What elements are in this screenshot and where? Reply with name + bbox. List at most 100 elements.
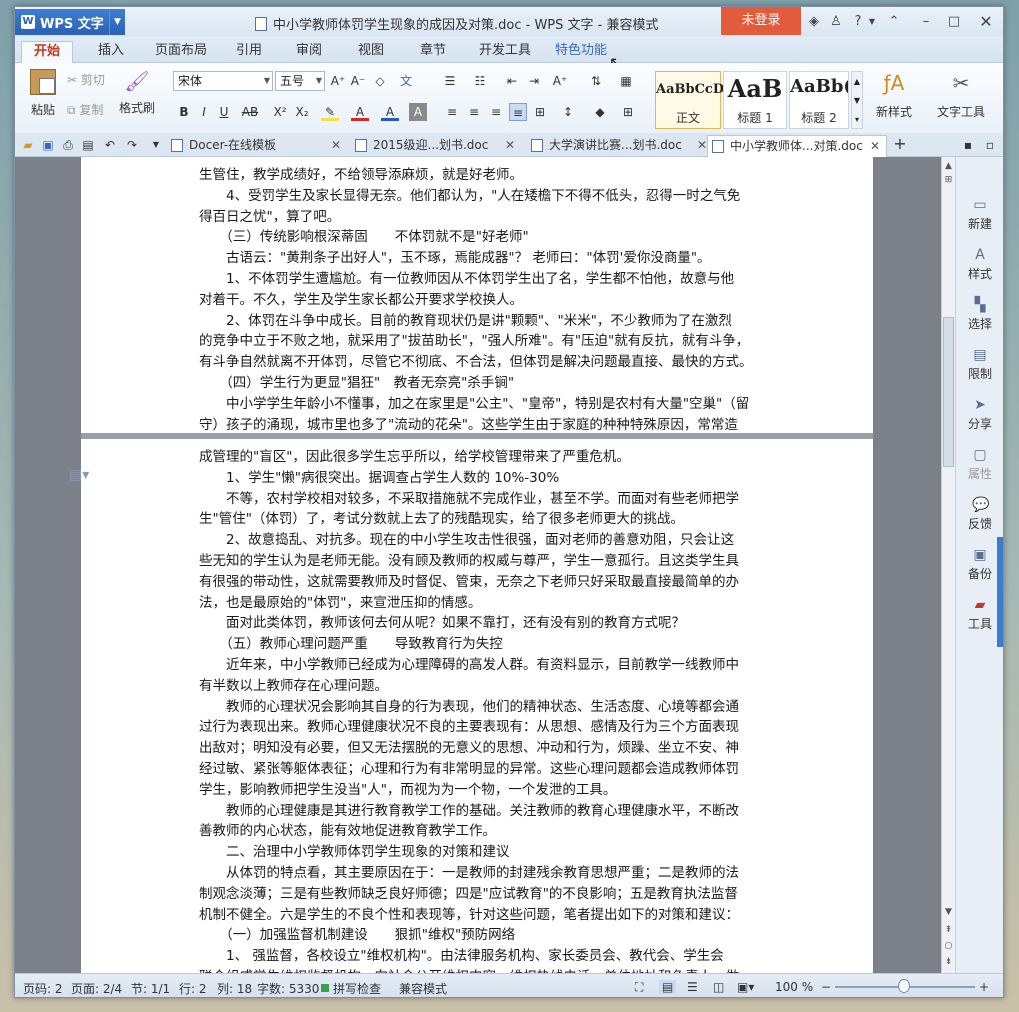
- print-preview-icon[interactable]: ▤: [79, 136, 97, 154]
- numbered-list-icon[interactable]: ☷: [471, 72, 489, 90]
- close-tab-icon[interactable]: ✕: [505, 135, 515, 155]
- align-justify-icon[interactable]: ≡: [509, 103, 527, 121]
- document-line[interactable]: 教师的心理健康是其进行教育教学工作的基础。关注教师的教育心理健康水平，不断改: [199, 801, 755, 822]
- save-icon[interactable]: ▣: [39, 136, 57, 154]
- close-tab-icon[interactable]: ✕: [331, 135, 341, 155]
- styles-scroll[interactable]: ▲ ▼ ▾: [851, 71, 863, 129]
- zoom-out-icon[interactable]: −: [821, 980, 831, 994]
- status-col[interactable]: 列: 18: [217, 980, 252, 997]
- shading-icon[interactable]: ◆: [591, 103, 609, 121]
- copy-button[interactable]: ⧉ 复制: [67, 101, 103, 118]
- skin-icon[interactable]: ◈: [805, 13, 823, 31]
- chevron-down-icon[interactable]: ▼: [109, 9, 125, 35]
- undo-icon[interactable]: ↶: [101, 136, 119, 154]
- document-area[interactable]: ▤▾ 生管住，教学成绩好，不给领导添麻烦，就是好老师。 4、受罚学生及家长显得无…: [15, 157, 941, 973]
- close-tab-icon[interactable]: ✕: [870, 136, 880, 156]
- char-shading-icon[interactable]: A: [409, 103, 427, 121]
- document-line[interactable]: 有半数以上教师存在心理问题。: [199, 676, 755, 697]
- font-name-select[interactable]: 宋体 ▼: [173, 71, 273, 91]
- doc-tab-docer[interactable]: Docer-在线模板 ✕: [167, 135, 347, 157]
- scroll-thumb[interactable]: [943, 317, 954, 467]
- reading-view-icon[interactable]: ▣▾: [737, 980, 754, 994]
- close-icon[interactable]: ✕: [977, 13, 995, 31]
- document-line[interactable]: （三）传统影响根深蒂固 不体罚就不是"好老师": [199, 227, 755, 248]
- doc-tab-2015[interactable]: 2015级迎...划书.doc ✕: [351, 135, 521, 157]
- phonetic-icon[interactable]: 文: [397, 72, 415, 90]
- status-spell-check[interactable]: 拼写检查: [333, 980, 381, 997]
- decrease-indent-icon[interactable]: ⇤: [503, 72, 521, 90]
- font-color-icon[interactable]: A: [351, 103, 369, 121]
- document-line[interactable]: 出敌对；明知没有必要，但又无法摆脱的无意义的思想、冲动和行为，烦躁、坐立不安、神: [199, 738, 755, 759]
- wps-app-menu-button[interactable]: W WPS 文字 ▼: [15, 9, 125, 35]
- side-styles[interactable]: A 样式: [956, 247, 1003, 282]
- style-normal[interactable]: AaBbCcD 正文: [655, 71, 724, 129]
- bold-icon[interactable]: B: [175, 103, 193, 121]
- document-line[interactable]: 过行为表现出来。教师心理健康状况不良的主要表现有：从思想、感情及行为三个方面表现: [199, 717, 755, 738]
- document-line[interactable]: 善教师的内心状态，能有效地促进教育教学工作。: [199, 821, 755, 842]
- zoom-in-icon[interactable]: +: [979, 980, 989, 994]
- tab-list-icon[interactable]: ▪: [959, 136, 977, 154]
- document-line[interactable]: 古语云："黄荆条子出好人"，玉不琢，焉能成器"？ 老师曰："体罚'爱你没商量"。: [199, 248, 755, 269]
- italic-icon[interactable]: I: [195, 103, 213, 121]
- minimize-icon[interactable]: –: [917, 13, 935, 31]
- scroll-up-icon[interactable]: ▲: [942, 159, 955, 173]
- maximize-icon[interactable]: □: [945, 13, 963, 31]
- full-screen-view-icon[interactable]: ⛶: [635, 980, 643, 995]
- highlight-icon[interactable]: ✎: [321, 103, 339, 121]
- document-line[interactable]: 生"管住"（体罚）了，考试分数就上去了的残酷现实，给了很多老师更大的挑战。: [199, 509, 755, 530]
- document-line[interactable]: 中小学学生年龄小不懂事，加之在家里是"公主"、"皇帝"，特别是农村有大量"空巢"…: [199, 394, 755, 415]
- side-properties[interactable]: ▢ 属性: [956, 447, 1003, 482]
- status-page[interactable]: 页面: 2/4: [71, 980, 122, 997]
- browse-object-icon[interactable]: ○: [942, 939, 955, 953]
- prev-page-icon[interactable]: ⇞: [942, 923, 955, 937]
- doc-tab-current[interactable]: 中小学教师体...对策.doc ✕: [707, 135, 887, 157]
- status-section[interactable]: 节: 1/1: [131, 980, 170, 997]
- open-folder-icon[interactable]: ▰: [19, 136, 37, 154]
- next-page-icon[interactable]: ⇟: [942, 955, 955, 969]
- tab-page-layout[interactable]: 页面布局: [149, 41, 213, 63]
- document-line[interactable]: 生管住，教学成绩好，不给领导添麻烦，就是好老师。: [199, 165, 755, 186]
- sort-icon[interactable]: ⇅: [587, 72, 605, 90]
- new-style-button[interactable]: ƒA 新样式: [865, 71, 923, 120]
- text-effect-icon[interactable]: A: [381, 103, 399, 121]
- close-tab-icon[interactable]: ✕: [697, 135, 707, 155]
- document-line[interactable]: 面对此类体罚，教师该何去何从呢？如果不靠打，还有没有别的教育方式呢？: [199, 613, 755, 634]
- doc-tab-speech[interactable]: 大学演讲比赛...划书.doc ✕: [527, 135, 713, 157]
- tab-home[interactable]: 开始: [21, 41, 73, 63]
- subscript-icon[interactable]: X₂: [293, 103, 311, 121]
- text-tools-button[interactable]: ✂ 文字工具: [929, 71, 993, 120]
- outline-view-icon[interactable]: ☰: [687, 980, 698, 994]
- format-painter-button[interactable]: 🖌 格式刷: [117, 69, 157, 116]
- document-line[interactable]: 4、受罚学生及家长显得无奈。他们都认为，"人在矮檐下不得不低头，忍得一时之气免: [199, 186, 755, 207]
- align-right-icon[interactable]: ≡: [487, 103, 505, 121]
- page-view-icon[interactable]: ▤: [659, 980, 677, 994]
- document-line[interactable]: 成管理的"盲区"，因此很多学生忘乎所以，给学校管理带来了严重危机。: [199, 447, 755, 468]
- clear-format-icon[interactable]: ◇: [371, 72, 389, 90]
- vertical-scrollbar[interactable]: ▲ ⊞ ▼ ⇞ ○ ⇟: [941, 157, 955, 973]
- document-line[interactable]: 2、体罚在斗争中成长。目前的教育现状仍是讲"颗颗"、"米米"，不少教师为了在激烈: [199, 311, 755, 332]
- style-heading-1[interactable]: AaB 标题 1: [723, 71, 787, 129]
- quick-access-dropdown-icon[interactable]: ▼: [147, 136, 165, 154]
- style-heading-2[interactable]: AaBb( 标题 2: [789, 71, 849, 129]
- help-dropdown-icon[interactable]: ▼: [863, 13, 881, 31]
- status-page-code[interactable]: 页码: 2: [23, 980, 63, 997]
- document-line[interactable]: 有很强的带动性，这就需要教师及时督促、管束，无奈之下老师只好采取最直接最简单的办: [199, 572, 755, 593]
- document-line[interactable]: 教师的心理状况会影响其自身的行为表现，他们的精神状态、生活态度、心境等都会通: [199, 697, 755, 718]
- document-line[interactable]: 机制不健全。六是学生的不良个性和表现等，针对这些问题，笔者提出如下的对策和建议：: [199, 905, 755, 926]
- print-icon[interactable]: ⎙: [59, 136, 77, 154]
- side-share[interactable]: ➤ 分享: [956, 397, 1003, 432]
- side-restrict[interactable]: ▤ 限制: [956, 347, 1003, 382]
- tab-developer[interactable]: 开发工具: [473, 41, 537, 63]
- document-line[interactable]: 从体罚的特点看，其主要原因在于：一是教师的封建残余教育思想严重；二是教师的法: [199, 863, 755, 884]
- shirt-icon[interactable]: ♙: [827, 13, 845, 31]
- tab-review[interactable]: 审阅: [287, 41, 331, 63]
- document-line[interactable]: 的竞争中立于不败之地，就采用了"拔苗助长"，"强人所难"。有"压迫"就有反抗，就…: [199, 331, 755, 352]
- status-row[interactable]: 行: 2: [179, 980, 207, 997]
- document-line[interactable]: 1、学生"懒"病很突出。据调查占学生人数的 10%-30%: [199, 468, 755, 489]
- tab-insert[interactable]: 插入: [89, 41, 133, 63]
- borders-icon[interactable]: ⊞: [619, 103, 637, 121]
- document-line[interactable]: 些无知的学生认为是老师无能。没有顾及教师的权威与尊严，学生一意孤行。且这类学生具: [199, 551, 755, 572]
- tab-references[interactable]: 引用: [227, 41, 271, 63]
- login-button[interactable]: 未登录: [721, 7, 801, 35]
- shrink-font-icon[interactable]: A⁻: [349, 72, 367, 90]
